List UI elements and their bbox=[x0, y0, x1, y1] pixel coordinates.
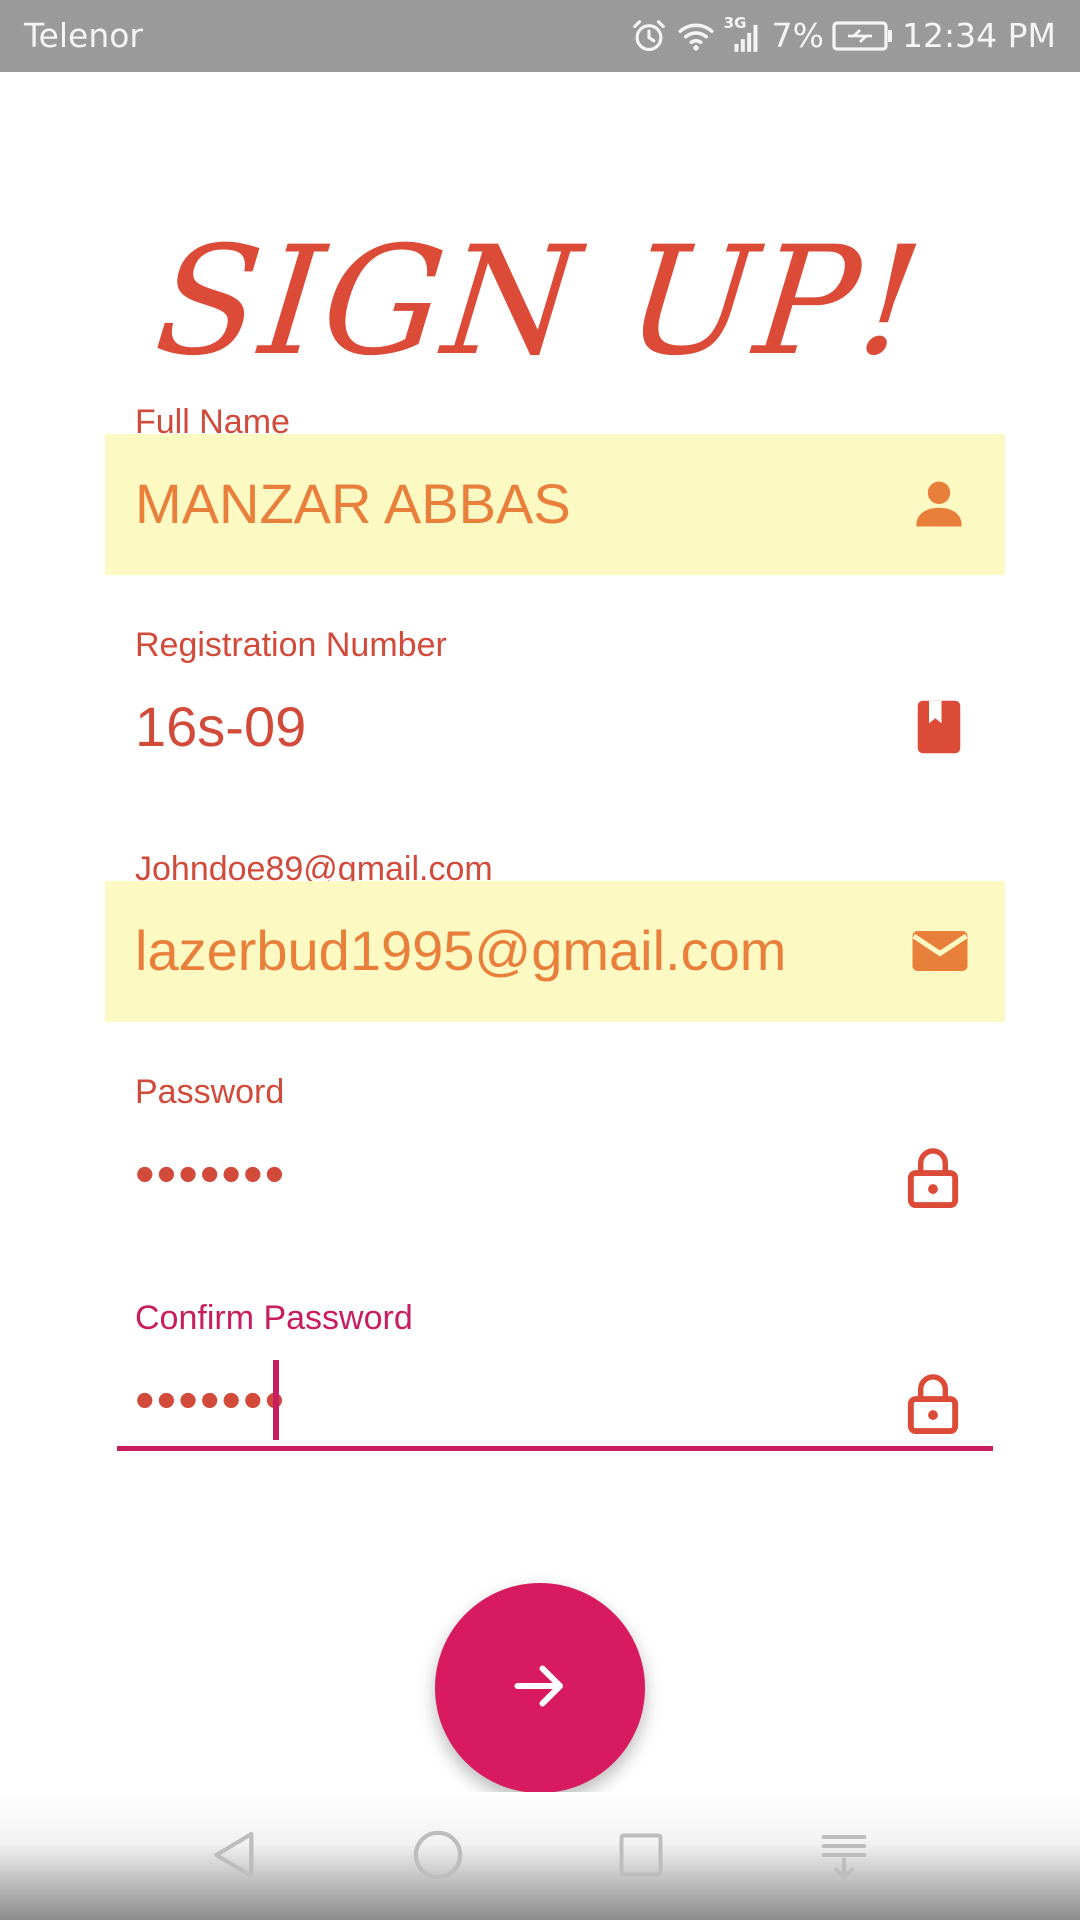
alarm-icon bbox=[630, 17, 668, 55]
text-cursor bbox=[273, 1360, 279, 1440]
notification-shade-icon bbox=[817, 1828, 871, 1887]
signup-screen: Telenor 3G 7% 12:34 PM SIGN UP! Full Nam… bbox=[0, 0, 1080, 1920]
submit-button[interactable] bbox=[435, 1583, 645, 1793]
lock-icon bbox=[903, 1372, 963, 1435]
registration-number-value: 16s-09 bbox=[135, 695, 307, 758]
recents-button[interactable] bbox=[606, 1822, 676, 1892]
status-indicators: 3G 7% 12:34 PM bbox=[630, 14, 1056, 58]
recents-icon bbox=[615, 1829, 667, 1886]
password-input[interactable]: ••••••• bbox=[105, 1104, 1005, 1245]
status-bar: Telenor 3G 7% 12:34 PM bbox=[0, 0, 1080, 72]
full-name-input[interactable]: MANZAR ABBAS bbox=[105, 434, 1005, 575]
home-button[interactable] bbox=[403, 1822, 473, 1892]
signal-icon: 3G bbox=[723, 14, 764, 55]
clock: 12:34 PM bbox=[902, 16, 1056, 55]
battery-charging-icon bbox=[832, 21, 894, 51]
carrier-name: Telenor bbox=[24, 16, 143, 55]
email-value: lazerbud1995@gmail.com bbox=[135, 919, 787, 982]
lock-icon bbox=[903, 1146, 963, 1209]
book-icon bbox=[909, 697, 969, 757]
person-icon bbox=[909, 474, 969, 534]
back-button[interactable] bbox=[200, 1822, 270, 1892]
back-icon bbox=[207, 1827, 263, 1888]
navigation-bar bbox=[0, 1792, 1080, 1920]
password-value: ••••••• bbox=[135, 1142, 287, 1205]
page-title: SIGN UP! bbox=[148, 215, 932, 389]
focus-underline bbox=[117, 1446, 993, 1451]
mail-icon bbox=[909, 921, 969, 981]
email-input[interactable]: lazerbud1995@gmail.com bbox=[105, 881, 1005, 1022]
battery-percent: 7% bbox=[771, 16, 825, 55]
network-type: 3G bbox=[723, 14, 747, 32]
full-name-value: MANZAR ABBAS bbox=[135, 472, 571, 535]
confirm-password-value: ••••••• bbox=[135, 1368, 287, 1431]
registration-number-input[interactable]: 16s-09 bbox=[105, 657, 1005, 798]
wifi-icon bbox=[676, 17, 716, 55]
arrow-right-icon bbox=[510, 1656, 570, 1721]
notification-shade-button[interactable] bbox=[809, 1822, 879, 1892]
home-icon bbox=[410, 1827, 466, 1888]
